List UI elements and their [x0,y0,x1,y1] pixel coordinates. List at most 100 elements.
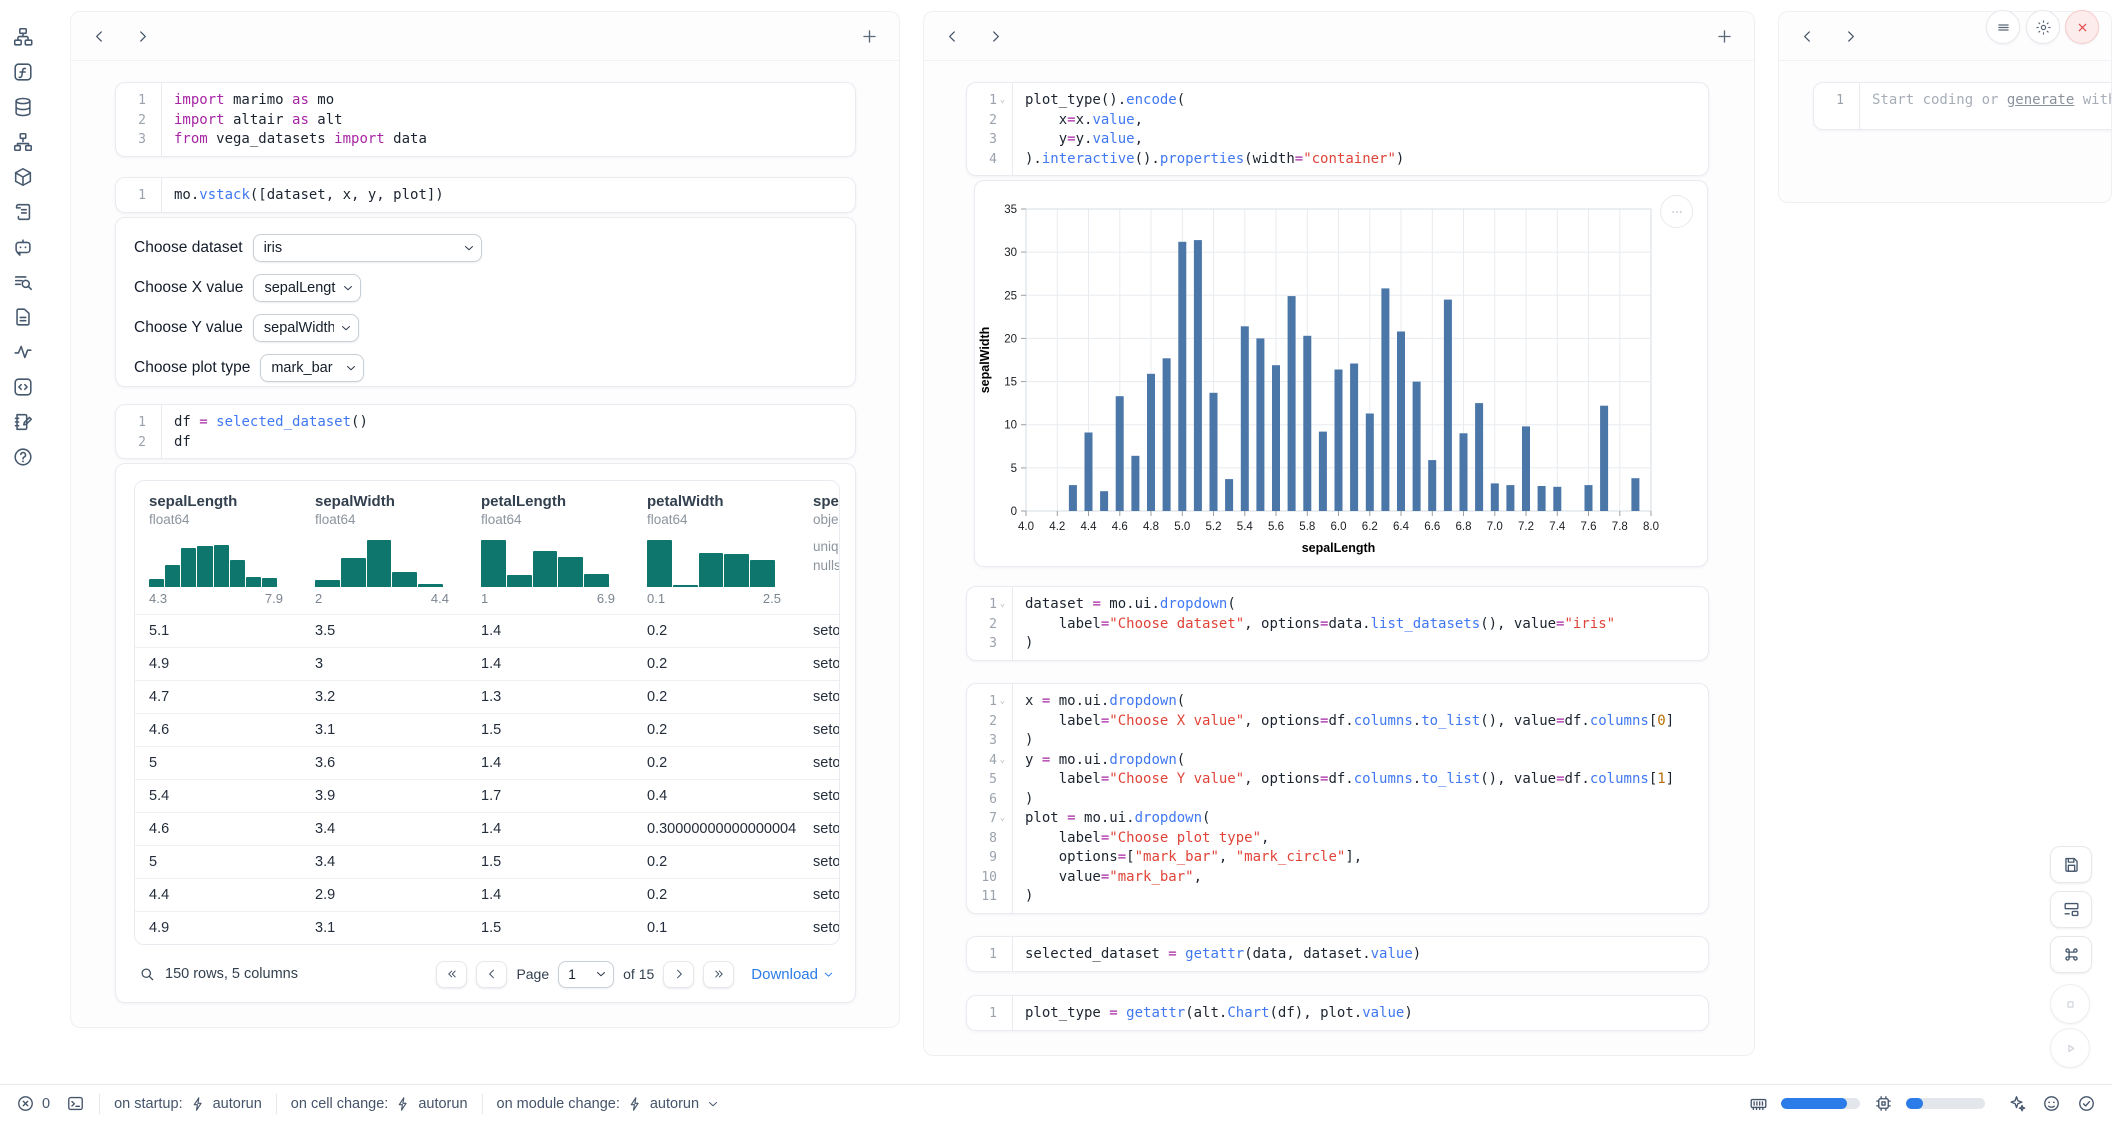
run-button[interactable] [2050,1028,2090,1068]
left-notebook-column: 123import marimo as moimport altair as a… [70,11,900,1028]
dropdown-label: Choose Y value [134,319,243,337]
code-cell-vstack[interactable]: 1mo.vstack([dataset, x, y, plot]) [115,177,856,213]
layout-button[interactable] [2050,891,2092,928]
table-cell: setosa [799,854,840,870]
search-icon[interactable] [138,965,156,983]
generate-with-ai-link[interactable]: generate [2007,92,2074,108]
code-cell-selected-dataset[interactable]: 1selected_dataset = getattr(data, datase… [966,936,1709,972]
svg-text:6.2: 6.2 [1362,521,1378,533]
bolt-icon [627,1096,643,1112]
connection-status-icon[interactable] [2077,1094,2096,1113]
save-button[interactable] [2050,846,2092,883]
code-cell-imports[interactable]: 123import marimo as moimport altair as a… [115,82,856,157]
svg-text:sepalWidth: sepalWidth [978,327,992,394]
dataframe-output: sepalLengthfloat644.37.9sepalWidthfloat6… [115,463,856,1003]
notebook-edit-icon[interactable] [12,411,34,433]
column-header-sepalLength[interactable]: sepalLengthfloat644.37.9 [135,481,301,614]
svg-text:25: 25 [1004,290,1017,302]
ai-assistant-icon[interactable] [2042,1094,2061,1113]
last-page-button[interactable] [703,961,734,988]
activity-icon[interactable] [12,341,34,363]
svg-text:6.8: 6.8 [1456,521,1472,533]
sparkles-icon[interactable] [2007,1094,2026,1113]
next-page-button[interactable] [663,961,694,988]
ram-usage [1749,1094,1860,1113]
function-square-icon[interactable] [12,61,34,83]
scroll-icon[interactable] [12,201,34,223]
svg-text:7.2: 7.2 [1518,521,1534,533]
package-icon[interactable] [12,166,34,188]
settings-button[interactable] [2026,10,2060,44]
middle-column-header [924,12,1754,61]
column-header-sepalWidth[interactable]: sepalWidthfloat6424.4 [301,481,467,614]
first-page-button[interactable] [436,961,467,988]
terminal-icon [66,1094,85,1113]
svg-text:7.0: 7.0 [1487,521,1503,533]
empty-code-cell[interactable]: 1 Start coding or generate with AI [1813,82,2112,130]
histogram-bar [750,560,775,588]
choose-x-value-select[interactable]: sepalLength [254,275,360,301]
error-counter[interactable]: 0 [16,1094,50,1113]
code-cell-dataframe[interactable]: 12df = selected_dataset()df [115,404,856,459]
chevron-right-icon[interactable] [987,28,1004,45]
histogram-bar [418,584,443,587]
chat-bot-icon[interactable] [12,236,34,258]
table-cell: 5.1 [135,623,301,639]
column-histogram [149,537,277,587]
code-cell-plot[interactable]: 1⌄234plot_type().encode( x=x.value, y=y.… [966,82,1709,176]
right-column-header [1779,12,2111,61]
code-cell-plot-type[interactable]: 1plot_type = getattr(alt.Chart(df), plot… [966,995,1709,1031]
download-button[interactable]: Download [751,966,835,983]
histogram-bar [699,553,724,587]
control-row-0: Choose datasetiris [134,234,837,262]
layout-icon [2062,900,2081,919]
choose-dataset-select[interactable]: iris [254,235,481,261]
terminal-button[interactable] [66,1094,85,1113]
menu-button[interactable] [1986,10,2020,44]
on-cell-change-toggle[interactable]: on cell change: autorun [291,1096,468,1112]
help-circle-icon[interactable] [12,446,34,468]
file-tree-icon[interactable] [12,26,34,48]
list-search-icon[interactable] [12,271,34,293]
on-startup-toggle[interactable]: on startup: autorun [114,1096,262,1112]
add-cell-button[interactable] [1715,27,1734,46]
chevron-left-icon[interactable] [944,28,961,45]
on-startup-label: on startup: [114,1096,183,1112]
stop-button[interactable] [2050,984,2090,1024]
marimo-app: 123import marimo as moimport altair as a… [0,0,2112,1122]
column-header-petalWidth[interactable]: petalWidthfloat640.12.5 [633,481,799,614]
document-icon[interactable] [12,306,34,328]
dropdown-label: Choose X value [134,279,243,297]
cpu-usage [1874,1094,1985,1113]
table-cell: 2.9 [301,887,467,903]
table-cell: 0.2 [633,887,799,903]
activity-bar [0,0,46,1080]
choose-y-value-select[interactable]: sepalWidth [254,315,358,341]
column-header-species[interactable]: speciesobjectunique:nulls: [799,481,840,614]
chevron-left-icon[interactable] [1799,28,1816,45]
add-cell-button[interactable] [860,27,879,46]
chevron-right-icon[interactable] [1842,28,1859,45]
bar-chart: 4.04.24.44.64.85.05.25.45.65.86.06.26.46… [975,181,1707,573]
column-header-petalLength[interactable]: petalLengthfloat6416.9 [467,481,633,614]
close-button[interactable] [2065,10,2099,44]
table-cell: 0.2 [633,722,799,738]
chevron-left-icon[interactable] [91,28,108,45]
previous-page-button[interactable] [476,961,507,988]
dependency-graph-icon[interactable] [12,131,34,153]
table-row: 4.931.40.2setosa [135,647,839,680]
code-cell-dataset-dropdown[interactable]: 1⌄23dataset = mo.ui.dropdown( label="Cho… [966,586,1709,661]
chart-actions-button[interactable] [1660,195,1693,228]
database-icon[interactable] [12,96,34,118]
keyboard-shortcuts-button[interactable] [2050,936,2092,973]
code-box-icon[interactable] [12,376,34,398]
code-cell-xy-plot-dropdowns[interactable]: 1⌄234⌄567⌄891011x = mo.ui.dropdown( labe… [966,683,1709,914]
table-row: 4.73.21.30.2setosa [135,680,839,713]
on-module-change-toggle[interactable]: on module change: autorun [497,1096,721,1112]
bolt-icon [395,1096,411,1112]
chevron-right-icon[interactable] [134,28,151,45]
choose-plot-type-select[interactable]: mark_bar [261,355,363,381]
table-row: 5.43.91.70.4setosa [135,779,839,812]
row-count-summary: 150 rows, 5 columns [165,966,298,982]
page-select[interactable]: 1 [559,962,613,987]
